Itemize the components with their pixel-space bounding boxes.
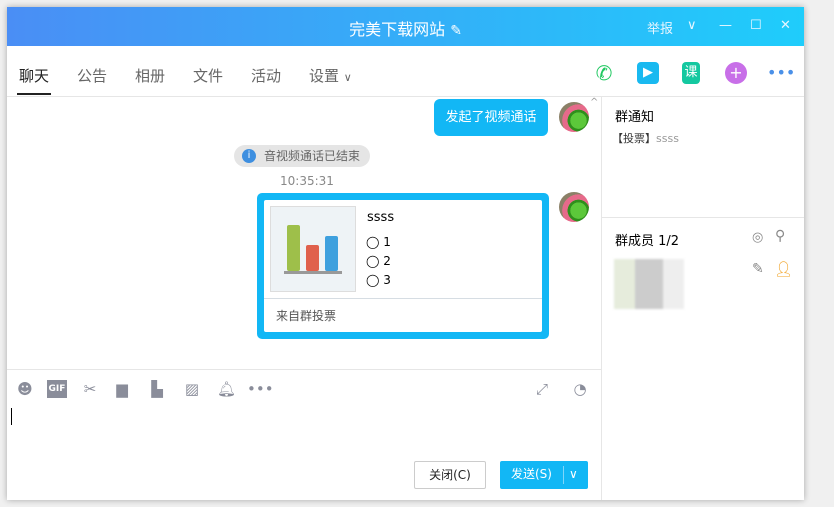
add-app-icon[interactable]: + xyxy=(725,62,747,84)
chart-bar xyxy=(287,225,300,271)
vote-option[interactable]: ◯ 1 xyxy=(366,233,391,252)
vote-title: ssss xyxy=(367,210,395,225)
chart-bar xyxy=(325,236,338,271)
tab-chat[interactable]: 聊天 xyxy=(16,65,52,95)
close-chat-button[interactable]: 关闭(C) xyxy=(414,461,486,489)
chat-window: 完美下载网站 ✎ 举报 ∨ — ☐ ✕ 聊天 公告 相册 文件 活动 设置 ∨ … xyxy=(7,7,804,500)
chart-bar xyxy=(306,245,319,271)
members-title: 群成员 1/2 xyxy=(615,234,680,249)
vote-source: 来自群投票 xyxy=(276,309,337,323)
avatar[interactable] xyxy=(559,192,589,222)
vote-options: ◯ 1 ◯ 2 ◯ 3 xyxy=(366,233,391,290)
edit-title-icon[interactable]: ✎ xyxy=(450,23,462,39)
send-button[interactable]: 发送(S) ∨ xyxy=(500,461,588,489)
maximize-button[interactable]: ☐ xyxy=(750,18,762,33)
system-notice: i 音视频通话已结束 xyxy=(234,145,371,167)
right-panel: 群通知 【投票】ssss 群成员 1/2 ◎ ⚲ ✎ 👤︎ xyxy=(602,97,804,500)
message-bubble: 发起了视频通话 xyxy=(434,99,548,136)
window-title: 完美下载网站 xyxy=(349,20,446,39)
avatar[interactable] xyxy=(559,102,589,132)
video-call-icon[interactable]: ▶ xyxy=(637,62,659,84)
close-button[interactable]: ✕ xyxy=(780,18,791,33)
vote-chart-icon xyxy=(270,206,356,292)
folder-icon[interactable]: ▆ xyxy=(113,380,131,398)
tab-album[interactable]: 相册 xyxy=(135,65,165,86)
vote-card[interactable]: ssss ◯ 1 ◯ 2 ◯ 3 来自群投票 xyxy=(257,193,549,339)
emoji-icon[interactable]: ☻ xyxy=(16,380,34,398)
vote-option[interactable]: ◯ 2 xyxy=(366,252,391,271)
report-button[interactable]: 举报 xyxy=(647,18,673,37)
shake-icon[interactable]: ▙ xyxy=(148,380,166,398)
tab-files[interactable]: 文件 xyxy=(193,65,223,86)
course-icon[interactable]: 课 xyxy=(682,62,700,84)
title-bar: 完美下载网站 ✎ 举报 ∨ — ☐ ✕ xyxy=(7,7,804,46)
bar-chart-graphic xyxy=(284,225,342,274)
group-notice-content[interactable]: 【投票】ssss xyxy=(612,130,679,146)
scroll-up-icon[interactable]: ^ xyxy=(590,97,598,108)
timestamp: 10:35:31 xyxy=(280,174,334,188)
member-chat-icon[interactable]: ◎ xyxy=(752,230,763,245)
vote-option[interactable]: ◯ 3 xyxy=(366,271,391,290)
gif-icon[interactable]: GIF xyxy=(47,380,67,398)
more-icon[interactable]: ••• xyxy=(247,380,274,398)
input-area: ☻ GIF ✂ ▆ ▙ ▨ 🔔︎ ••• ⤢ ◔ 关闭(C) 发送(S) ∨ xyxy=(7,369,602,500)
scissors-icon[interactable]: ✂ xyxy=(81,380,99,398)
tab-bar: 聊天 公告 相册 文件 活动 设置 ∨ ✆ ▶ 课 + ••• xyxy=(7,46,804,97)
dropdown-icon[interactable]: ∨ xyxy=(687,18,697,33)
member-avatar-blurred[interactable] xyxy=(614,259,684,309)
tab-activity[interactable]: 活动 xyxy=(251,65,281,86)
chevron-down-icon: ∨ xyxy=(343,71,352,84)
expand-icon[interactable]: ⤢ xyxy=(533,380,551,398)
member-add-icon[interactable]: 👤︎ xyxy=(774,260,793,278)
more-icon[interactable]: ••• xyxy=(767,62,795,84)
search-icon[interactable]: ⚲ xyxy=(775,228,785,244)
info-icon: i xyxy=(242,149,256,163)
edit-icon[interactable]: ✎ xyxy=(752,261,764,277)
phone-icon[interactable]: ✆ xyxy=(593,62,615,84)
tab-settings[interactable]: 设置 ∨ xyxy=(309,65,352,86)
minimize-button[interactable]: — xyxy=(719,18,732,33)
tab-announcement[interactable]: 公告 xyxy=(77,65,107,86)
send-options-chevron-icon[interactable]: ∨ xyxy=(569,461,578,487)
history-clock-icon[interactable]: ◔ xyxy=(571,380,589,398)
image-icon[interactable]: ▨ xyxy=(183,380,201,398)
text-input[interactable] xyxy=(11,408,12,425)
bell-icon[interactable]: 🔔︎ xyxy=(217,380,236,398)
group-notice-title: 群通知 xyxy=(615,110,655,125)
